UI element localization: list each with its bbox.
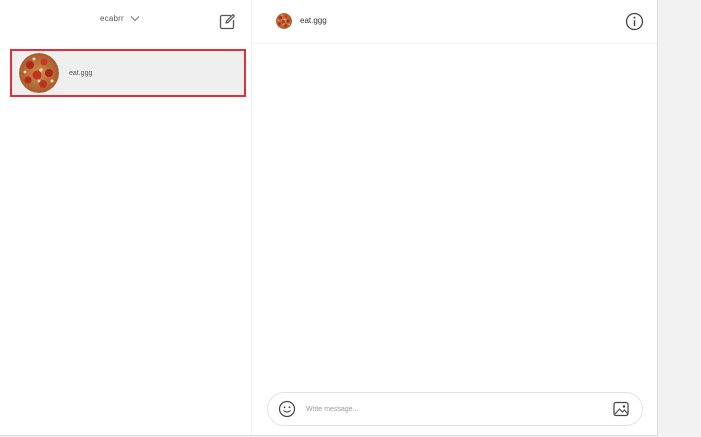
sidebar-header: ecabrr: [0, 0, 252, 44]
account-switcher[interactable]: ecabrr: [100, 14, 140, 23]
thread-item[interactable]: eat.ggg: [10, 49, 246, 97]
info-icon[interactable]: [625, 12, 644, 31]
chat-panel: eat.ggg: [252, 0, 657, 435]
message-input[interactable]: [306, 401, 596, 417]
thread-name: eat.ggg: [69, 69, 93, 77]
chevron-down-icon: [130, 15, 140, 22]
image-icon[interactable]: [612, 400, 630, 418]
chat-title[interactable]: eat.ggg: [300, 16, 327, 25]
chat-header: eat.ggg: [252, 0, 657, 44]
emoji-icon[interactable]: [278, 400, 296, 418]
messenger-window: ecabrr eat.ggg eat.ggg: [0, 0, 658, 436]
avatar: [19, 53, 59, 93]
new-message-icon[interactable]: [218, 13, 236, 31]
conversation-sidebar: ecabrr eat.ggg: [0, 0, 252, 435]
message-composer: [267, 392, 643, 426]
avatar[interactable]: [276, 13, 292, 29]
account-name: ecabrr: [100, 14, 124, 23]
